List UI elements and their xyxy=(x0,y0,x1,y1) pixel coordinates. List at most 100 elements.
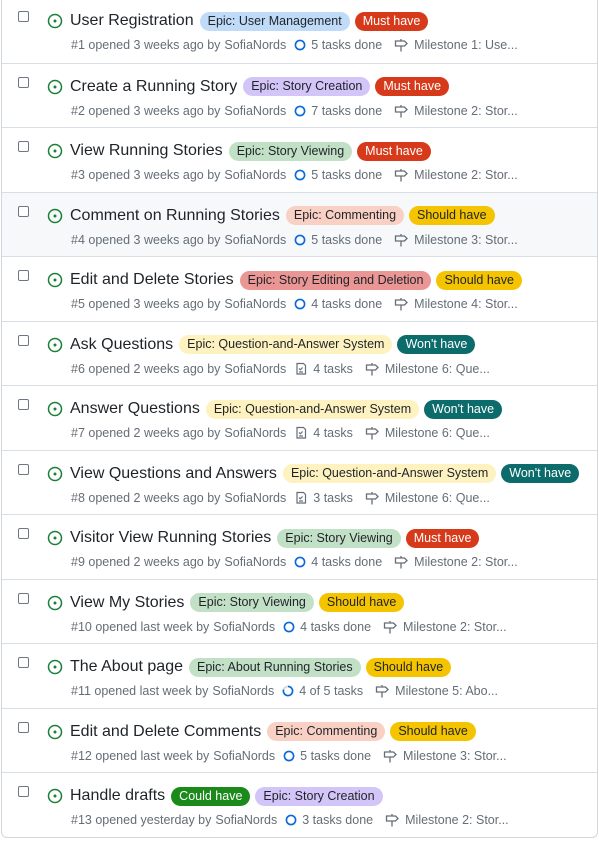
issue-label[interactable]: Epic: Question-and-Answer System xyxy=(282,464,497,483)
task-progress[interactable]: 7 tasks done xyxy=(294,104,382,118)
milestone-link[interactable]: Milestone 2: Stor... xyxy=(394,168,518,182)
issue-title-link[interactable]: View Running Stories xyxy=(70,141,223,161)
select-issue-checkbox[interactable] xyxy=(18,786,29,797)
select-issue-checkbox[interactable] xyxy=(18,141,29,152)
issue-title-link[interactable]: Edit and Delete Stories xyxy=(70,270,234,290)
milestone-link[interactable]: Milestone 2: Stor... xyxy=(394,104,518,118)
select-issue-checkbox[interactable] xyxy=(18,592,29,604)
issue-title-link[interactable]: Ask Questions xyxy=(70,335,173,355)
issue-author-link[interactable]: SofiaNords xyxy=(224,362,286,376)
milestone-link[interactable]: Milestone 6: Que... xyxy=(365,362,490,376)
issue-author-link[interactable]: SofiaNords xyxy=(224,491,286,505)
issue-author-link[interactable]: SofiaNords xyxy=(215,813,277,827)
issue-row[interactable]: View Questions and Answers Epic: Question… xyxy=(2,449,597,515)
select-issue-checkbox[interactable] xyxy=(18,399,29,410)
issue-label[interactable]: Won't have xyxy=(501,464,580,483)
select-issue-checkbox[interactable] xyxy=(18,657,29,668)
select-issue-checkbox[interactable] xyxy=(18,528,29,539)
issue-row[interactable]: Edit and Delete Comments Epic: Commenting… xyxy=(2,707,597,773)
milestone-link[interactable]: Milestone 6: Que... xyxy=(365,491,490,505)
milestone-link[interactable]: Milestone 5: Abo... xyxy=(375,684,498,698)
select-issue-checkbox[interactable] xyxy=(18,11,29,22)
task-progress[interactable]: 4 tasks xyxy=(294,426,353,440)
issue-label[interactable]: Epic: Commenting xyxy=(267,722,386,741)
issue-label[interactable]: Must have xyxy=(354,11,429,31)
select-issue-checkbox[interactable] xyxy=(18,76,29,88)
select-issue-checkbox[interactable] xyxy=(18,463,29,475)
issue-title-link[interactable]: Comment on Running Stories xyxy=(70,206,280,226)
issue-label[interactable]: Epic: Story Viewing xyxy=(228,141,353,161)
issue-title-link[interactable]: View My Stories xyxy=(70,593,184,613)
issue-label[interactable]: Epic: Commenting xyxy=(285,206,405,225)
issue-row[interactable]: The About page Epic: About Running Storie… xyxy=(2,643,597,708)
issue-label[interactable]: Should have xyxy=(390,722,476,741)
issue-label[interactable]: Must have xyxy=(357,141,431,161)
select-issue-checkbox[interactable] xyxy=(18,270,29,281)
issue-title-link[interactable]: Answer Questions xyxy=(70,399,200,419)
task-progress[interactable]: 4 tasks done xyxy=(294,555,382,569)
issue-label[interactable]: Epic: User Management xyxy=(199,11,350,31)
issue-row[interactable]: Visitor View Running Stories Epic: Story … xyxy=(2,514,597,579)
issue-title-link[interactable]: Edit and Delete Comments xyxy=(70,722,261,742)
issue-title-link[interactable]: View Questions and Answers xyxy=(70,464,277,484)
task-progress[interactable]: 4 of 5 tasks xyxy=(282,684,363,698)
task-progress[interactable]: 4 tasks done xyxy=(283,620,371,634)
issue-row[interactable]: Create a Running Story Epic: Story Creati… xyxy=(2,62,597,128)
milestone-link[interactable]: Milestone 2: Stor... xyxy=(385,813,509,827)
issue-label[interactable]: Epic: About Running Stories xyxy=(188,657,361,677)
issue-row[interactable]: Ask Questions Epic: Question-and-Answer S… xyxy=(2,320,597,386)
issue-label[interactable]: Epic: Story Editing and Deletion xyxy=(239,270,432,290)
select-issue-checkbox[interactable] xyxy=(18,721,29,733)
milestone-link[interactable]: Milestone 3: Stor... xyxy=(394,233,518,247)
milestone-link[interactable]: Milestone 3: Stor... xyxy=(383,749,507,763)
task-progress[interactable]: 5 tasks done xyxy=(294,38,382,52)
issue-label[interactable]: Epic: Story Viewing xyxy=(277,528,401,548)
issue-row[interactable]: View My Stories Epic: Story Viewing Should… xyxy=(2,578,597,644)
issue-author-link[interactable]: SofiaNords xyxy=(224,233,286,247)
select-issue-checkbox[interactable] xyxy=(18,205,29,217)
issue-label[interactable]: Must have xyxy=(375,77,450,96)
issue-label[interactable]: Should have xyxy=(365,657,452,677)
select-issue-checkbox[interactable] xyxy=(18,334,29,346)
issue-title-link[interactable]: The About page xyxy=(70,657,183,677)
issue-title-link[interactable]: User Registration xyxy=(70,11,194,31)
milestone-link[interactable]: Milestone 2: Stor... xyxy=(383,620,507,634)
milestone-link[interactable]: Milestone 2: Stor... xyxy=(394,555,518,569)
issue-author-link[interactable]: SofiaNords xyxy=(224,168,286,182)
issue-title-link[interactable]: Create a Running Story xyxy=(70,77,237,97)
issue-author-link[interactable]: SofiaNords xyxy=(213,749,275,763)
issue-author-link[interactable]: SofiaNords xyxy=(212,684,274,698)
task-progress[interactable]: 5 tasks done xyxy=(294,168,382,182)
issue-label[interactable]: Epic: Question-and-Answer System xyxy=(205,399,420,419)
issue-label[interactable]: Should have xyxy=(436,270,522,290)
task-progress[interactable]: 3 tasks xyxy=(294,491,353,505)
issue-label[interactable]: Epic: Question-and-Answer System xyxy=(179,335,393,354)
issue-author-link[interactable]: SofiaNords xyxy=(213,620,275,634)
issue-label[interactable]: Must have xyxy=(405,528,480,548)
issue-label[interactable]: Epic: Story Creation xyxy=(243,77,371,96)
milestone-link[interactable]: Milestone 6: Que... xyxy=(365,426,490,440)
issue-author-link[interactable]: SofiaNords xyxy=(224,297,286,311)
issue-author-link[interactable]: SofiaNords xyxy=(224,38,286,52)
issue-row[interactable]: Comment on Running Stories Epic: Commenti… xyxy=(2,191,597,256)
issue-author-link[interactable]: SofiaNords xyxy=(224,555,286,569)
task-progress[interactable]: 5 tasks done xyxy=(283,749,371,763)
issue-author-link[interactable]: SofiaNords xyxy=(224,104,286,118)
issue-label[interactable]: Epic: Story Viewing xyxy=(190,593,314,612)
issue-label[interactable]: Won't have xyxy=(424,399,503,419)
issue-label[interactable]: Won't have xyxy=(397,335,476,354)
issue-label[interactable]: Epic: Story Creation xyxy=(255,786,383,806)
issue-row[interactable]: Handle drafts Could have Epic: Story Creat… xyxy=(2,772,597,837)
issue-row[interactable]: View Running Stories Epic: Story Viewing M… xyxy=(2,127,597,192)
task-progress[interactable]: 5 tasks done xyxy=(294,233,382,247)
task-progress[interactable]: 4 tasks xyxy=(294,362,353,376)
issue-row[interactable]: Edit and Delete Stories Epic: Story Editi… xyxy=(2,256,597,321)
task-progress[interactable]: 4 tasks done xyxy=(294,297,382,311)
issue-author-link[interactable]: SofiaNords xyxy=(224,426,286,440)
milestone-link[interactable]: Milestone 4: Stor... xyxy=(394,297,518,311)
issue-label[interactable]: Could have xyxy=(171,786,251,806)
issue-row[interactable]: User Registration Epic: User Management Mu… xyxy=(2,0,597,63)
issue-label[interactable]: Should have xyxy=(409,206,495,225)
issue-label[interactable]: Should have xyxy=(318,593,405,612)
issue-title-link[interactable]: Handle drafts xyxy=(70,786,165,806)
